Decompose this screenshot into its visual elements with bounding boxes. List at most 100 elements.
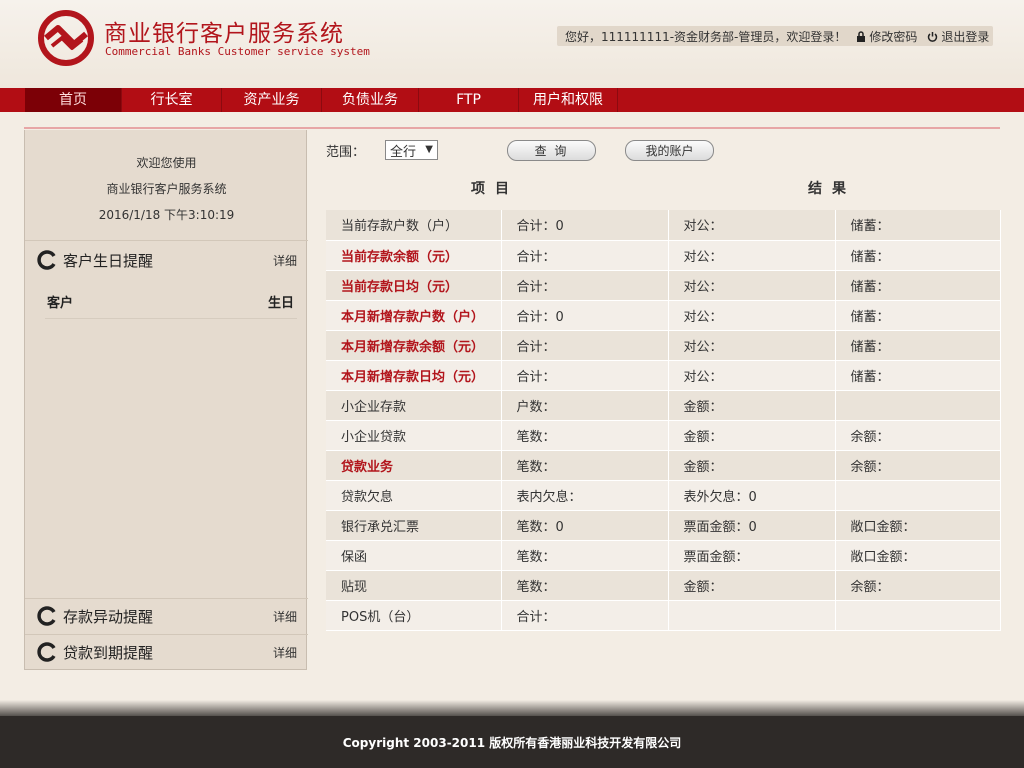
nav-ftp[interactable]: FTP bbox=[419, 88, 519, 112]
row-item-label[interactable]: 当前存款余额（元） bbox=[326, 240, 502, 271]
loan-alert-header: 贷款到期提醒 详细 bbox=[37, 640, 297, 664]
table-row: 小企业存款 户数： 金额： bbox=[326, 390, 1001, 421]
query-toolbar: 范围： 全行 ▼ 查 询 我的账户 bbox=[326, 140, 1000, 162]
loan-alert-title: 贷款到期提醒 bbox=[63, 643, 154, 662]
brand-subtitle: Commercial Banks Customer service system bbox=[105, 45, 370, 58]
table-row: 小企业贷款 笔数： 金额： 余额： bbox=[326, 420, 1001, 451]
nav-liability-business[interactable]: 负债业务 bbox=[322, 88, 419, 112]
nav-users-permissions[interactable]: 用户和权限 bbox=[519, 88, 618, 112]
table-row: 当前存款户数（户） 合计：0 对公： 储蓄： bbox=[326, 210, 1001, 241]
row-result-cell bbox=[668, 600, 836, 631]
row-result-cell: 票面金额： bbox=[668, 540, 836, 571]
row-result-cell bbox=[835, 390, 1001, 421]
row-result-cell: 对公： bbox=[668, 240, 836, 271]
row-result-cell: 金额： bbox=[668, 390, 836, 421]
row-result-cell: 余额： bbox=[835, 570, 1001, 601]
col-birthday: 生日 bbox=[267, 296, 294, 311]
summary-table: 当前存款户数（户） 合计：0 对公： 储蓄： 当前存款余额（元） 合计： 对公： 储蓄： 当前存… bbox=[326, 210, 1001, 631]
row-result-cell bbox=[835, 480, 1001, 511]
row-result-cell: 笔数：0 bbox=[501, 510, 669, 541]
deposit-detail-link[interactable]: 详细 bbox=[273, 608, 297, 625]
row-result-cell: 票面金额：0 bbox=[668, 510, 836, 541]
change-password-label: 修改密码 bbox=[869, 29, 918, 44]
nav-president-office[interactable]: 行长室 bbox=[122, 88, 222, 112]
table-row: 贴现 笔数： 金额： 余额： bbox=[326, 570, 1001, 601]
row-result-cell: 合计： bbox=[501, 330, 669, 361]
table-row: 本月新增存款户数（户） 合计：0 对公： 储蓄： bbox=[326, 300, 1001, 331]
birthday-detail-link[interactable]: 详细 bbox=[273, 252, 297, 269]
deposit-alert-title: 存款异动提醒 bbox=[63, 607, 154, 626]
row-result-cell: 对公： bbox=[668, 210, 836, 241]
column-header-item: 项目 bbox=[471, 181, 519, 197]
row-item-label[interactable]: 本月新增存款余额（元） bbox=[326, 330, 502, 361]
loan-detail-link[interactable]: 详细 bbox=[273, 644, 297, 661]
welcome-line-2: 商业银行客户服务系统 bbox=[106, 182, 227, 196]
table-row: 当前存款余额（元） 合计： 对公： 储蓄： bbox=[326, 240, 1001, 271]
query-button[interactable]: 查 询 bbox=[507, 140, 596, 161]
table-row: 银行承兑汇票 笔数：0 票面金额：0 敞口金额： bbox=[326, 510, 1001, 541]
row-result-cell: 敞口金额： bbox=[835, 540, 1001, 571]
row-result-cell: 余额： bbox=[835, 450, 1001, 481]
row-result-cell: 笔数： bbox=[501, 420, 669, 451]
row-item-label[interactable]: 本月新增存款户数（户） bbox=[326, 300, 502, 331]
bank-logo-icon bbox=[38, 10, 94, 66]
birthday-reminder-title: 客户生日提醒 bbox=[63, 251, 154, 270]
row-result-cell: 储蓄： bbox=[835, 300, 1001, 331]
lock-icon bbox=[857, 30, 866, 42]
deposit-alert-header: 存款异动提醒 详细 bbox=[37, 604, 297, 628]
row-item-label[interactable]: 当前存款日均（元） bbox=[326, 270, 502, 301]
row-item-label[interactable]: 本月新增存款日均（元） bbox=[326, 360, 502, 391]
nav-home[interactable]: 首页 bbox=[25, 88, 122, 112]
row-result-cell: 合计： bbox=[501, 600, 669, 631]
table-row: 保函 笔数： 票面金额： 敞口金额： bbox=[326, 540, 1001, 571]
row-result-cell: 金额： bbox=[668, 570, 836, 601]
row-result-cell: 储蓄： bbox=[835, 210, 1001, 241]
header: 商业银行客户服务系统 Commercial Banks Customer ser… bbox=[0, 0, 1024, 88]
nav-asset-business[interactable]: 资产业务 bbox=[222, 88, 322, 112]
row-result-cell: 合计： bbox=[501, 360, 669, 391]
copyright-text: Copyright 2003-2011 版权所有香港丽业科技开发有限公司 bbox=[342, 735, 682, 750]
row-item-label[interactable]: 贷款业务 bbox=[326, 450, 502, 481]
birthday-table-header: 客户 生日 bbox=[47, 292, 294, 311]
user-greeting: 您好，111111111-资金财务部-管理员，欢迎登录！ bbox=[565, 29, 847, 44]
divider bbox=[24, 127, 1000, 129]
table-row: 贷款欠息 表内欠息： 表外欠息：0 bbox=[326, 480, 1001, 511]
row-result-cell: 表外欠息：0 bbox=[668, 480, 836, 511]
row-item-label: 当前存款户数（户） bbox=[326, 210, 502, 241]
brand-title: 商业银行客户服务系统 bbox=[104, 21, 344, 47]
row-result-cell: 对公： bbox=[668, 330, 836, 361]
dropdown-arrow-icon: ▼ bbox=[425, 144, 433, 155]
row-result-cell: 合计：0 bbox=[501, 300, 669, 331]
spinner-icon bbox=[37, 642, 56, 662]
main-content: 范围： 全行 ▼ 查 询 我的账户 项目 结果 当前存款户数（户） 合计：0 对公：… bbox=[326, 130, 1001, 631]
row-item-label: 小企业存款 bbox=[326, 390, 502, 421]
my-account-button[interactable]: 我的账户 bbox=[625, 140, 714, 161]
change-password-link[interactable]: 修改密码 bbox=[856, 28, 917, 45]
table-row: POS机（台） 合计： bbox=[326, 600, 1001, 631]
divider bbox=[45, 318, 297, 319]
footer-edge bbox=[0, 700, 1024, 716]
row-result-cell: 储蓄： bbox=[835, 360, 1001, 391]
welcome-line-1: 欢迎您使用 bbox=[136, 156, 197, 170]
logout-link[interactable]: 退出登录 bbox=[927, 28, 989, 45]
table-row: 本月新增存款日均（元） 合计： 对公： 储蓄： bbox=[326, 360, 1001, 391]
col-customer: 客户 bbox=[47, 296, 74, 311]
row-result-cell: 合计： bbox=[501, 270, 669, 301]
user-bar: 您好，111111111-资金财务部-管理员，欢迎登录！ 修改密码 退出登录 bbox=[557, 26, 993, 46]
spinner-icon bbox=[37, 606, 56, 626]
row-item-label: 保函 bbox=[326, 540, 502, 571]
row-result-cell: 合计： bbox=[501, 240, 669, 271]
table-row: 当前存款日均（元） 合计： 对公： 储蓄： bbox=[326, 270, 1001, 301]
row-result-cell: 笔数： bbox=[501, 540, 669, 571]
logout-label: 退出登录 bbox=[941, 29, 990, 44]
sidebar: 欢迎您使用 商业银行客户服务系统 2016/1/18 下午3:10:19 客户生… bbox=[24, 130, 308, 670]
divider bbox=[25, 598, 308, 599]
row-item-label: POS机（台） bbox=[326, 600, 502, 631]
row-item-label: 贴现 bbox=[326, 570, 502, 601]
row-item-label: 小企业贷款 bbox=[326, 420, 502, 451]
scope-label: 范围： bbox=[326, 145, 366, 160]
scope-select[interactable]: 全行 ▼ bbox=[385, 140, 438, 160]
birthday-reminder-header: 客户生日提醒 详细 bbox=[37, 248, 297, 272]
row-result-cell: 金额： bbox=[668, 450, 836, 481]
scope-value: 全行 bbox=[390, 144, 417, 160]
